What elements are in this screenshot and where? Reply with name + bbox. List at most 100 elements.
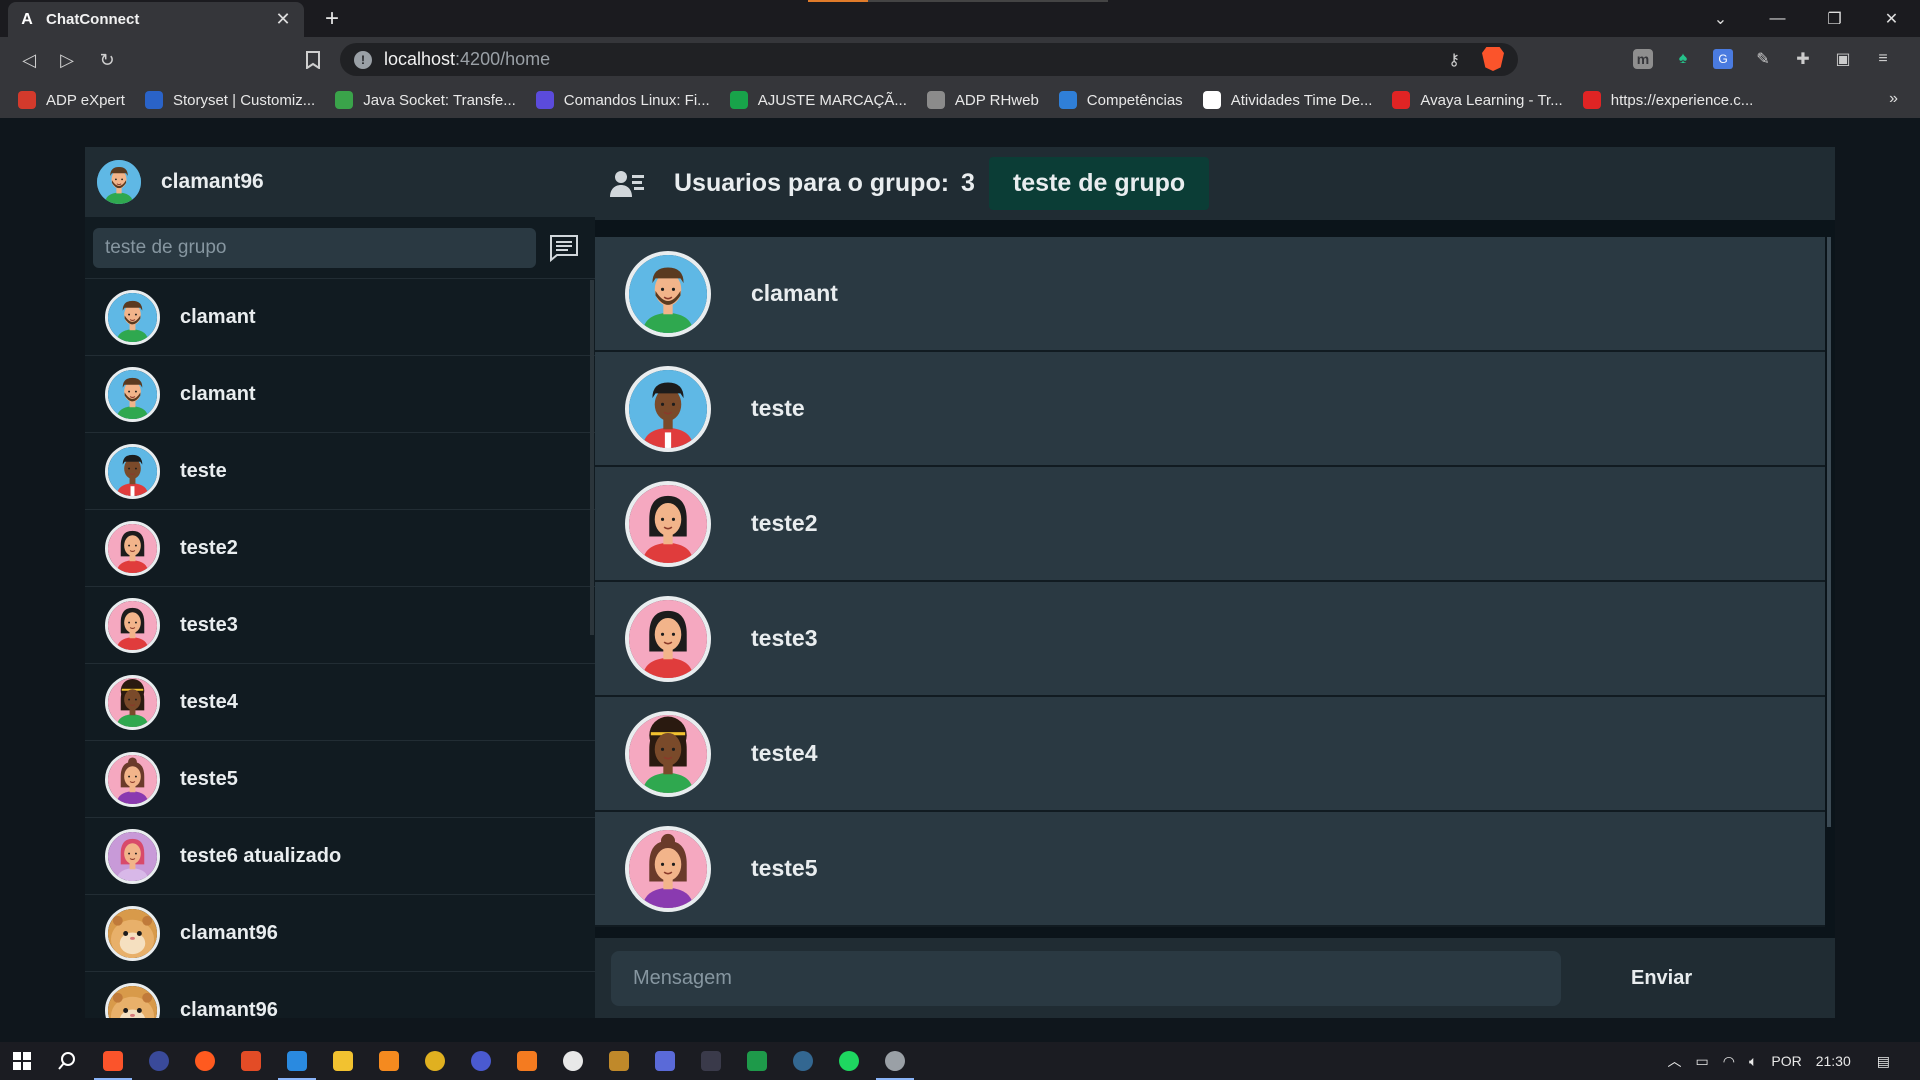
taskbar-app-icon[interactable]	[412, 1042, 458, 1080]
contact-list-item[interactable]: teste5	[85, 741, 595, 818]
tab-close-icon[interactable]: ✕	[272, 9, 294, 30]
system-tray: ︿ ▭ ◠ 🔈︎ POR 21:30 ▤	[1668, 1042, 1920, 1080]
member-list-scrollbar[interactable]	[1827, 237, 1831, 827]
bookmark-item[interactable]: Atividades Time De...	[1202, 91, 1372, 109]
current-user-avatar[interactable]	[97, 160, 141, 204]
bookmark-item[interactable]: ADP RHweb	[926, 91, 1039, 109]
bookmark-favicon-icon	[535, 91, 554, 109]
reload-icon[interactable]: ↻	[92, 45, 122, 75]
taskbar-brave-icon[interactable]	[90, 1042, 136, 1080]
contact-list-item[interactable]: teste4	[85, 664, 595, 741]
brave-shields-icon[interactable]	[1482, 47, 1504, 71]
address-bar[interactable]: ! localhost:4200/home ⚷	[340, 43, 1518, 76]
contact-list-item[interactable]: teste6 atualizado	[85, 818, 595, 895]
taskbar-app-icon[interactable]	[596, 1042, 642, 1080]
site-info-icon[interactable]: !	[354, 50, 372, 69]
minimize-icon[interactable]: —	[1749, 0, 1806, 37]
contact-list-item[interactable]: clamant96	[85, 895, 595, 972]
new-chat-icon[interactable]	[548, 233, 580, 263]
member-count: 3	[961, 169, 975, 197]
taskbar-spotify-icon[interactable]	[826, 1042, 872, 1080]
menu-icon[interactable]: ≡	[1870, 46, 1896, 72]
extensions-bar: m ♠ G ✎ ✚ ▣ ≡	[1630, 46, 1896, 72]
taskbar-app-icon[interactable]	[136, 1042, 182, 1080]
contact-name: teste6 atualizado	[180, 844, 342, 867]
taskbar-vscode-icon[interactable]	[274, 1042, 320, 1080]
taskbar-app-icon[interactable]	[458, 1042, 504, 1080]
volume-icon[interactable]: 🔈︎	[1749, 1053, 1757, 1070]
contact-list-item[interactable]: clamant	[85, 356, 595, 433]
taskbar-app-icon[interactable]	[688, 1042, 734, 1080]
language-indicator[interactable]: POR	[1771, 1053, 1801, 1069]
window-close-icon[interactable]: ✕	[1863, 0, 1920, 37]
key-icon[interactable]: ⚷	[1448, 50, 1460, 70]
contact-name: clamant96	[180, 921, 278, 944]
search-icon[interactable]	[44, 1042, 90, 1080]
taskbar-app-icon[interactable]	[780, 1042, 826, 1080]
taskbar-app-icon[interactable]	[550, 1042, 596, 1080]
restore-icon[interactable]: ❐	[1806, 0, 1863, 37]
bookmarks-more-icon[interactable]: »	[1889, 90, 1898, 108]
member-name: clamant	[751, 280, 838, 306]
pen-icon[interactable]: ✎	[1750, 46, 1776, 72]
browser-tab-active[interactable]: A ChatConnect ✕	[8, 2, 304, 37]
battery-icon[interactable]: ▭	[1696, 1053, 1709, 1070]
contact-list-item[interactable]: clamant96	[85, 972, 595, 1018]
taskbar-app-icon[interactable]	[228, 1042, 274, 1080]
group-member-item[interactable]: clamant	[595, 237, 1825, 352]
taskbar-app-icon[interactable]	[504, 1042, 550, 1080]
message-input[interactable]	[611, 950, 1561, 1006]
bookmark-item[interactable]: Comandos Linux: Fi...	[535, 91, 710, 109]
taskbar-app-icon[interactable]	[642, 1042, 688, 1080]
taskbar-app-icon[interactable]	[734, 1042, 780, 1080]
contact-avatar	[105, 828, 160, 884]
member-name: teste5	[751, 855, 818, 881]
forward-icon[interactable]: ▷	[52, 45, 82, 75]
windows-start-icon[interactable]	[0, 1042, 44, 1080]
bookmark-item[interactable]: Avaya Learning - Tr...	[1392, 91, 1563, 109]
tray-chevron-icon[interactable]: ︿	[1668, 1051, 1682, 1071]
wallet-icon[interactable]: ▣	[1830, 46, 1856, 72]
contact-list-item[interactable]: teste	[85, 433, 595, 510]
extensions-puzzle-icon[interactable]: ✚	[1790, 46, 1816, 72]
contact-avatar	[105, 905, 160, 961]
bookmark-item[interactable]: ADP eXpert	[18, 91, 125, 109]
notifications-icon[interactable]: ▤	[1877, 1053, 1890, 1070]
bookmark-item[interactable]: AJUSTE MARCAÇÃ...	[729, 91, 907, 109]
group-member-item[interactable]: teste4	[595, 697, 1825, 812]
taskbar-app-icon[interactable]	[872, 1042, 918, 1080]
back-icon[interactable]: ◁	[14, 45, 44, 75]
translate-icon[interactable]: G	[1710, 46, 1736, 72]
contact-list-item[interactable]: teste3	[85, 587, 595, 664]
contact-list-item[interactable]: clamant	[85, 279, 595, 356]
tab-search-icon[interactable]: ⌄	[1692, 0, 1749, 37]
bookmark-icon[interactable]	[298, 45, 328, 75]
bookmark-favicon-icon	[144, 91, 163, 109]
wifi-icon[interactable]: ◠	[1723, 1053, 1735, 1070]
taskbar-explorer-icon[interactable]	[320, 1042, 366, 1080]
bookmark-item[interactable]: Storyset | Customiz...	[144, 91, 316, 109]
send-button[interactable]: Enviar	[1631, 967, 1692, 990]
group-member-item[interactable]: teste3	[595, 582, 1825, 697]
bookmark-item[interactable]: Competências	[1058, 91, 1183, 109]
clock[interactable]: 21:30	[1816, 1053, 1851, 1069]
group-name-badge[interactable]: teste de grupo	[988, 157, 1210, 210]
extension-wallet-icon[interactable]: ♠	[1670, 46, 1696, 72]
new-tab-button[interactable]: +	[318, 5, 346, 33]
taskbar-app-icon[interactable]	[182, 1042, 228, 1080]
group-member-item[interactable]: teste	[595, 352, 1825, 467]
bookmark-label: Storyset | Customiz...	[172, 91, 316, 109]
bookmark-item[interactable]: https://experience.c...	[1582, 91, 1753, 109]
group-member-item[interactable]: teste5	[595, 812, 1825, 927]
contact-list-item[interactable]: teste2	[85, 510, 595, 587]
tab-title: ChatConnect	[46, 11, 140, 28]
contact-avatar	[105, 366, 160, 422]
taskbar-app-icon[interactable]	[366, 1042, 412, 1080]
bookmark-item[interactable]: Java Socket: Transfe...	[335, 91, 516, 109]
sidebar-scrollbar[interactable]	[590, 280, 594, 635]
search-input[interactable]	[93, 227, 536, 268]
contact-avatar	[105, 751, 160, 807]
member-avatar	[625, 365, 711, 452]
group-member-item[interactable]: teste2	[595, 467, 1825, 582]
extension-m-icon[interactable]: m	[1630, 46, 1656, 72]
